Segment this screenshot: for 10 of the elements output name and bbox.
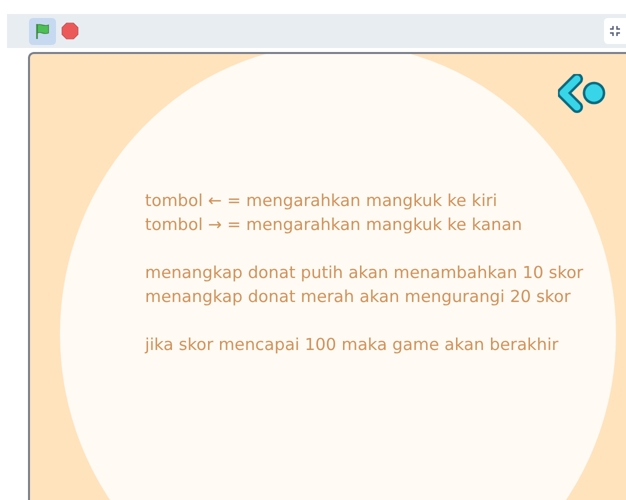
shrink-icon [609, 25, 621, 37]
instruction-text: menangkap donat merah akan mengurangi 20 skor [145, 286, 571, 308]
unfullscreen-button[interactable] [604, 18, 626, 44]
flag-button[interactable] [29, 18, 56, 44]
flag-icon [34, 22, 52, 40]
instruction-text: tombol ← = mengarahkan mangkuk ke kiri [145, 190, 498, 212]
instruction-text: tombol → = mengarahkan mangkuk ke kanan [145, 214, 522, 236]
stop-icon [60, 22, 78, 40]
instruction-text: jika skor mencapai 100 maka game akan berakhir [145, 334, 558, 356]
instruction-text: menangkap donat putih akan menambahkan 10 skor [145, 262, 584, 284]
